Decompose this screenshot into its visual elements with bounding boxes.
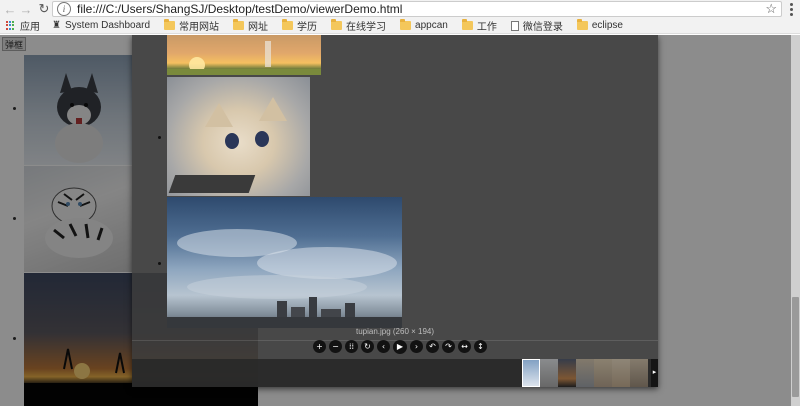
- bookmark-folder-work[interactable]: 工作: [461, 18, 497, 34]
- thumbnail-strip: [522, 359, 648, 387]
- bookmark-star-icon[interactable]: ☆: [765, 1, 777, 17]
- folder-icon: [400, 19, 412, 30]
- zoom-out-icon[interactable]: −: [329, 340, 342, 353]
- play-icon[interactable]: ▶: [393, 340, 407, 354]
- prev-icon[interactable]: ‹: [377, 340, 390, 353]
- viewer-sky-image[interactable]: [167, 197, 402, 328]
- bookmarks-bar: 应用 ♜ System Dashboard 常用网站 网址 学历 在线学习 ap…: [0, 18, 800, 34]
- thumbnail-item[interactable]: [540, 359, 558, 387]
- reset-icon[interactable]: ↻: [361, 340, 374, 353]
- thumbnail-item[interactable]: [612, 359, 630, 387]
- thumbnail-item[interactable]: [630, 359, 648, 387]
- bookmark-label: 在线学习: [346, 22, 387, 33]
- next-icon[interactable]: ›: [410, 340, 423, 353]
- reload-icon[interactable]: ↻: [36, 1, 52, 17]
- folder-icon: [576, 19, 588, 30]
- bookmark-wechat-login[interactable]: 微信登录: [510, 18, 563, 34]
- bookmark-label: 常用网站: [179, 22, 220, 33]
- kitten-ear: [259, 97, 287, 121]
- folder-icon: [331, 19, 343, 30]
- folder-icon: [461, 19, 473, 30]
- url-text[interactable]: file:///C:/Users/ShangSJ/Desktop/testDem…: [77, 2, 402, 16]
- thumbnail-navbar: ▸: [132, 359, 658, 387]
- bookmark-apps[interactable]: 应用: [6, 18, 40, 34]
- camera-stand: [168, 175, 256, 193]
- flip-vertical-icon[interactable]: ↕: [474, 340, 487, 353]
- browser-toolbar: ← → ↻ i file:///C:/Users/ShangSJ/Desktop…: [0, 0, 800, 18]
- bookmark-label: appcan: [415, 20, 448, 31]
- cloud-illustration: [167, 229, 402, 328]
- folder-icon: [233, 19, 245, 30]
- list-bullet: [158, 136, 161, 139]
- thumbnail-item[interactable]: [576, 359, 594, 387]
- kitten-eye: [255, 131, 269, 147]
- back-arrow-icon[interactable]: ←: [2, 1, 18, 17]
- bookmark-system-dashboard[interactable]: ♜ System Dashboard: [52, 18, 150, 34]
- thumbnail-item[interactable]: [594, 359, 612, 387]
- apps-grid-icon: [6, 20, 16, 31]
- page-content: 弹框 tupian.jpg (260 × 194) + − ⁞⁞ ↻ ‹ ▶ ›…: [0, 35, 800, 406]
- one-to-one-icon[interactable]: ⁞⁞: [345, 340, 358, 353]
- rotate-right-icon[interactable]: ↷: [442, 340, 455, 353]
- bookmark-folder-online-learning[interactable]: 在线学习: [331, 18, 386, 34]
- browser-menu-icon[interactable]: [786, 1, 796, 17]
- bookmark-folder-eclipse[interactable]: eclipse: [576, 18, 623, 34]
- thumbnail-item[interactable]: [558, 359, 576, 387]
- bookmark-folder-appcan[interactable]: appcan: [400, 18, 448, 34]
- page-scrollbar[interactable]: [791, 35, 800, 406]
- image-caption: tupian.jpg (260 × 194): [355, 327, 435, 336]
- rotate-left-icon[interactable]: ↶: [426, 340, 439, 353]
- bookmark-label: 微信登录: [522, 22, 563, 33]
- viewer-sunset-image[interactable]: [167, 35, 321, 75]
- list-bullet: [158, 262, 161, 265]
- folder-icon: [282, 19, 294, 30]
- bookmark-label: eclipse: [591, 20, 623, 31]
- page-icon: [510, 20, 519, 31]
- kitten-eye: [225, 133, 239, 149]
- image-viewer: tupian.jpg (260 × 194) + − ⁞⁞ ↻ ‹ ▶ › ↶ …: [132, 35, 658, 387]
- viewer-toolbar: + − ⁞⁞ ↻ ‹ ▶ › ↶ ↷ ↔ ↕: [313, 340, 487, 354]
- flip-horizontal-icon[interactable]: ↔: [458, 340, 471, 353]
- bookmark-label: 工作: [476, 22, 497, 33]
- forward-arrow-icon[interactable]: →: [18, 1, 34, 17]
- thumbnail-item[interactable]: [522, 359, 540, 387]
- bookmark-label: System Dashboard: [65, 20, 151, 31]
- bookmark-folder-common-sites[interactable]: 常用网站: [164, 18, 219, 34]
- folder-icon: [164, 19, 176, 30]
- address-bar[interactable]: i file:///C:/Users/ShangSJ/Desktop/testD…: [52, 1, 782, 17]
- kitten-ear: [205, 103, 233, 127]
- bookmark-label: 学历: [297, 22, 318, 33]
- bookmark-folder-urls[interactable]: 网址: [233, 18, 268, 34]
- bookmark-label: 应用: [20, 22, 40, 33]
- scrollbar-thumb[interactable]: [792, 297, 799, 397]
- zoom-in-icon[interactable]: +: [313, 340, 326, 353]
- info-icon[interactable]: i: [57, 2, 71, 16]
- dashboard-icon: ♜: [52, 19, 61, 31]
- bookmark-folder-education[interactable]: 学历: [282, 18, 317, 34]
- field-illustration: [167, 41, 321, 75]
- chevron-right-icon[interactable]: ▸: [651, 359, 658, 387]
- viewer-kitten-image[interactable]: [167, 77, 310, 196]
- bookmark-label: 网址: [248, 22, 269, 33]
